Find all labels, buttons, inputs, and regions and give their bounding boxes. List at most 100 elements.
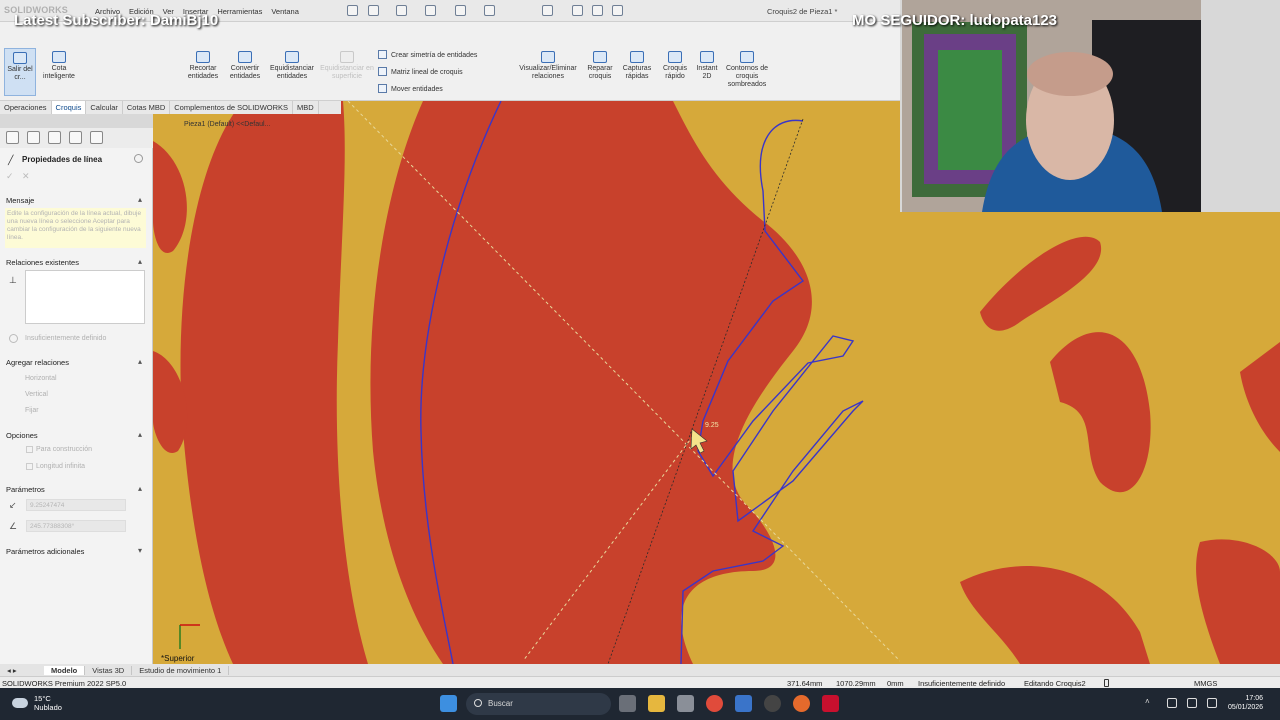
relation-vertical[interactable]: Vertical xyxy=(25,391,48,398)
menu-ventana[interactable]: Ventana xyxy=(271,7,299,16)
feature-manager-tab-icon[interactable] xyxy=(6,131,19,144)
tab-calcular[interactable]: Calcular xyxy=(86,101,123,114)
quick-snaps-button[interactable]: Capturas rápidas xyxy=(620,51,654,81)
open-icon[interactable] xyxy=(396,5,407,16)
expand-chevron-icon[interactable]: ▾ xyxy=(138,546,142,555)
exit-sketch-button[interactable]: Salir del cr... xyxy=(4,48,36,96)
print-icon[interactable] xyxy=(455,5,466,16)
new-document-icon[interactable] xyxy=(368,5,379,16)
relation-horizontal[interactable]: Horizontal xyxy=(25,375,57,382)
smart-dimension-button[interactable]: Cota inteligente xyxy=(40,51,78,81)
display-manager-tab-icon[interactable] xyxy=(90,131,103,144)
webcam-feed xyxy=(902,0,1201,212)
unit-system[interactable]: MMGS xyxy=(1194,679,1217,688)
taskbar-search[interactable]: Buscar xyxy=(466,693,611,715)
construction-option-label: Para construcción xyxy=(36,446,93,453)
construction-checkbox[interactable] xyxy=(26,446,33,453)
task-view-icon[interactable] xyxy=(619,695,636,712)
start-windows-icon[interactable] xyxy=(440,695,457,712)
relations-list[interactable] xyxy=(25,270,145,324)
editing-state: Editando Croquis2 xyxy=(1024,679,1086,688)
rapid-sketch-button[interactable]: Croquis rápido xyxy=(658,51,692,81)
menu-herramientas[interactable]: Herramientas xyxy=(217,7,262,16)
dimxpert-tab-icon[interactable] xyxy=(69,131,82,144)
line-icon: ╱ xyxy=(8,155,14,165)
options-gear-icon[interactable] xyxy=(612,5,623,16)
network-icon[interactable] xyxy=(1187,698,1197,708)
add-relations-header[interactable]: Agregar relaciones xyxy=(6,358,69,367)
ok-check-icon[interactable]: ✓ xyxy=(6,171,14,182)
additional-parameters-header[interactable]: Parámetros adicionales xyxy=(6,547,84,556)
property-manager-tab-icon[interactable] xyxy=(27,131,40,144)
angle-field[interactable]: 245.77388308° xyxy=(26,520,126,532)
collapse-chevron-icon[interactable]: ▴ xyxy=(138,257,142,266)
tab-croquis[interactable]: Croquis xyxy=(51,101,87,114)
dimension-readout: 9.25 xyxy=(705,422,719,429)
existing-relations-header[interactable]: Relaciones existentes xyxy=(6,258,79,267)
length-field[interactable]: 9.25247474 xyxy=(26,499,126,511)
instant-2d-button[interactable]: Instant 2D xyxy=(692,51,722,81)
app-icon[interactable] xyxy=(735,695,752,712)
parameters-header[interactable]: Parámetros xyxy=(6,485,45,494)
tab-complementos[interactable]: Complementos de SOLIDWORKS xyxy=(170,101,294,114)
configuration-manager-tab-icon[interactable] xyxy=(48,131,61,144)
offset-entities-button[interactable]: Equidistanciar entidades xyxy=(266,51,318,81)
undo-icon[interactable] xyxy=(484,5,495,16)
save-icon[interactable] xyxy=(425,5,436,16)
zoomed-artwork xyxy=(900,212,1280,664)
tab-scroll-arrows[interactable]: ◂ ▸ xyxy=(0,666,44,675)
cancel-x-icon[interactable]: ✕ xyxy=(22,171,30,182)
message-section-header[interactable]: Mensaje xyxy=(6,196,34,205)
trim-entities-button[interactable]: Recortar entidades xyxy=(183,51,223,81)
home-icon[interactable] xyxy=(347,5,358,16)
options-header[interactable]: Opciones xyxy=(6,431,38,440)
tab-cotas-mbd[interactable]: Cotas MBD xyxy=(123,101,171,114)
rebuild-icon[interactable] xyxy=(572,5,583,16)
collapse-chevron-icon[interactable]: ▴ xyxy=(138,484,142,493)
feature-tree-root[interactable]: Pieza1 (Default) <<Defaul... xyxy=(184,121,270,128)
shaded-contours-button[interactable]: Contornos de croquis sombreados xyxy=(724,51,770,89)
display-relations-button[interactable]: Visualizar/Eliminar relaciones xyxy=(516,51,580,81)
system-clock[interactable]: 17:06 05/01/2026 xyxy=(1228,694,1263,712)
collapse-chevron-icon[interactable]: ▴ xyxy=(138,357,142,366)
collapse-chevron-icon[interactable]: ▴ xyxy=(138,430,142,439)
chrome-icon[interactable] xyxy=(706,695,723,712)
linear-pattern-button[interactable]: Matriz lineal de croquis xyxy=(378,67,463,76)
store-icon[interactable] xyxy=(677,695,694,712)
tab-modelo[interactable]: Modelo xyxy=(44,665,86,675)
infinite-length-option-label: Longitud infinita xyxy=(36,463,86,470)
angle-icon: ∠ xyxy=(9,521,18,531)
windows-taskbar: 15°C Nublado Buscar ˄ 17:06 05/01/2026 xyxy=(0,688,1280,720)
solidworks-taskbar-icon[interactable] xyxy=(822,695,839,712)
rebuild-status-icon[interactable] xyxy=(1104,679,1109,687)
graphics-area[interactable]: 9.25 xyxy=(153,101,900,664)
obs-icon[interactable] xyxy=(764,695,781,712)
select-icon[interactable] xyxy=(542,5,553,16)
browser-icon[interactable] xyxy=(793,695,810,712)
convert-entities-button[interactable]: Convertir entidades xyxy=(225,51,265,81)
length-icon: ↙ xyxy=(9,500,17,510)
zoomed-preview xyxy=(900,212,1280,664)
wall-art-core xyxy=(938,50,1002,170)
repair-sketch-button[interactable]: Reparar croquis xyxy=(583,51,617,81)
manager-tabs xyxy=(0,128,153,148)
temperature: 15°C xyxy=(34,694,51,703)
microphone-icon[interactable] xyxy=(1167,698,1177,708)
tab-operaciones[interactable]: Operaciones xyxy=(0,101,52,114)
tab-estudio-movimiento[interactable]: Estudio de movimiento 1 xyxy=(132,665,230,675)
message-box: Edite la configuración de la línea actua… xyxy=(5,208,146,248)
volume-icon[interactable] xyxy=(1207,698,1217,708)
infinite-length-checkbox[interactable] xyxy=(26,463,33,470)
collapse-chevron-icon[interactable]: ▴ xyxy=(138,195,142,204)
sketch-canvas[interactable]: 9.25 xyxy=(153,101,900,664)
move-entities-button[interactable]: Mover entidades xyxy=(378,84,443,93)
weather-widget[interactable]: 15°C Nublado xyxy=(12,694,62,712)
relation-fix[interactable]: Fijar xyxy=(25,407,39,414)
file-properties-icon[interactable] xyxy=(592,5,603,16)
tab-vistas-3d[interactable]: Vistas 3D xyxy=(85,665,133,675)
tab-mbd[interactable]: MBD xyxy=(293,101,319,114)
help-icon[interactable] xyxy=(134,154,143,163)
file-explorer-icon[interactable] xyxy=(648,695,665,712)
tray-chevron-icon[interactable]: ˄ xyxy=(1145,697,1155,707)
mirror-entities-button[interactable]: Crear simetría de entidades xyxy=(378,50,477,59)
